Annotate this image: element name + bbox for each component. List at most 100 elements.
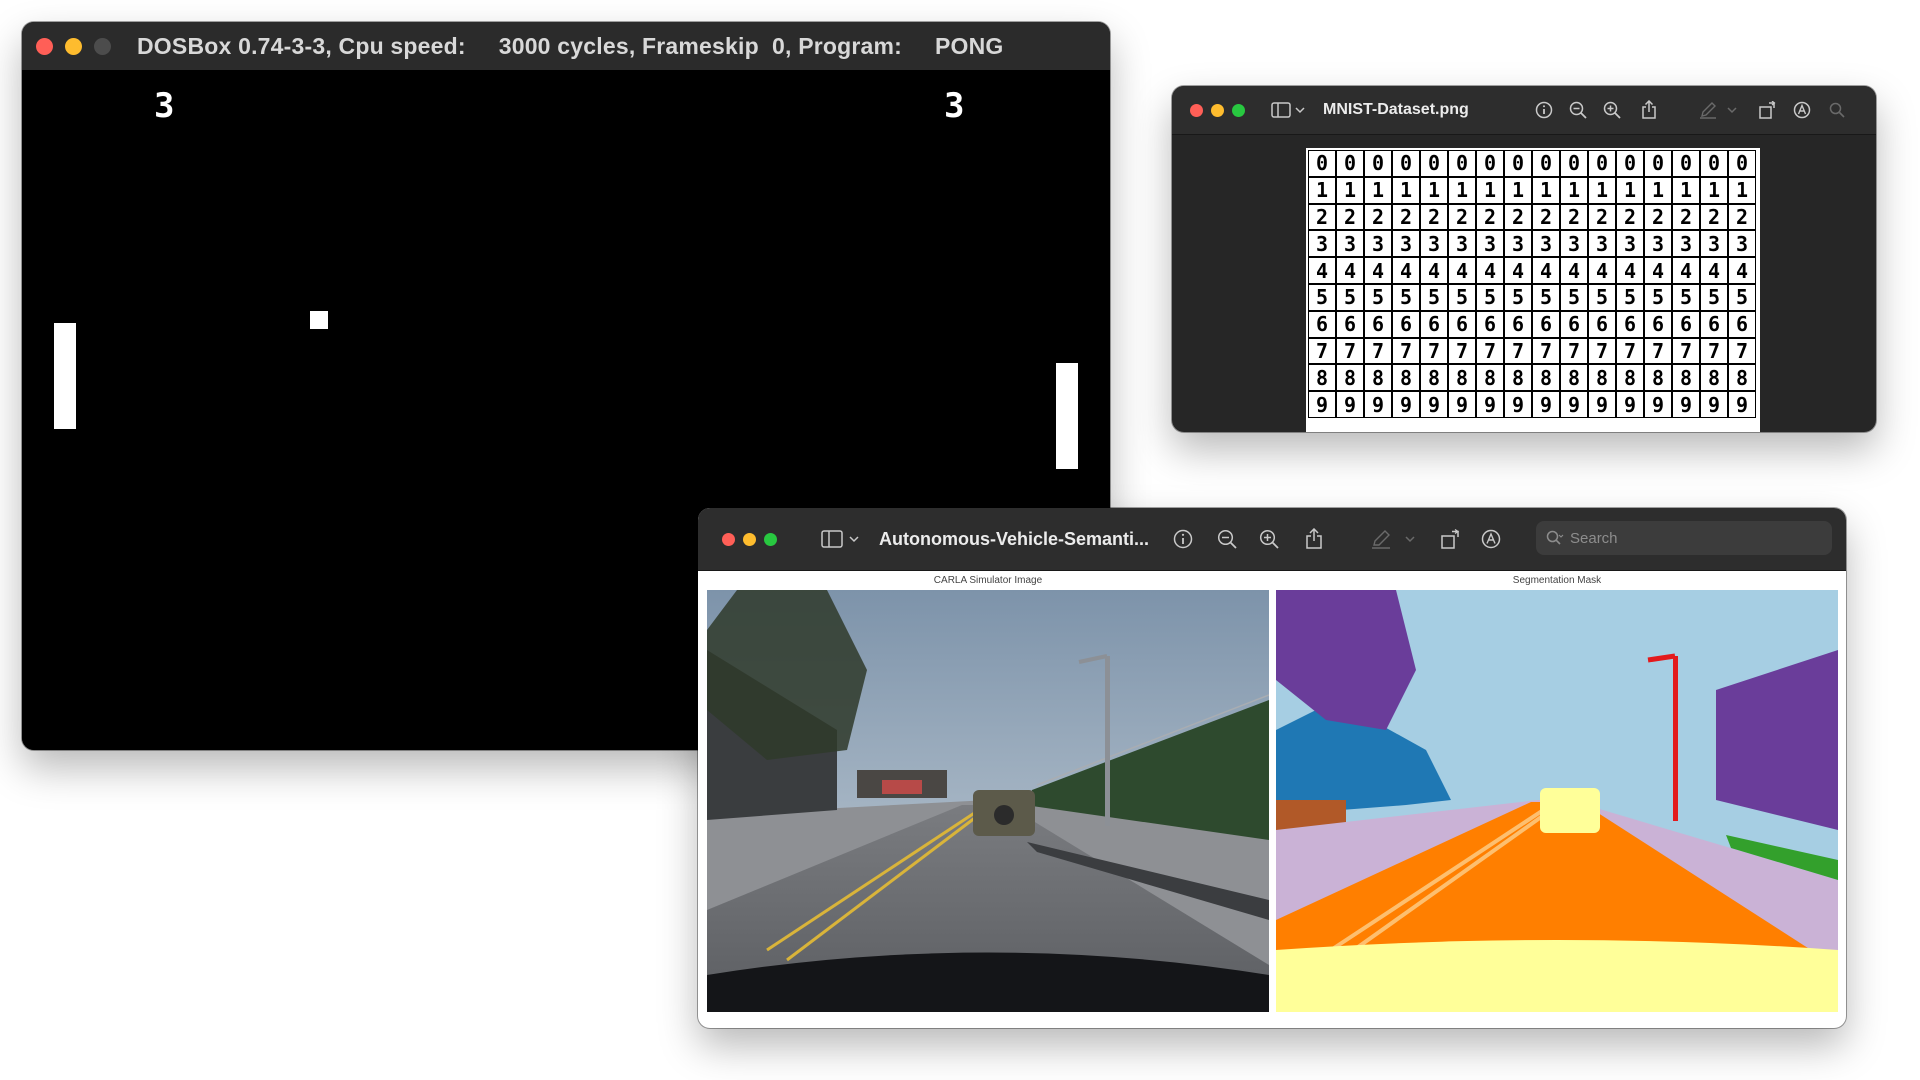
- mnist-digit-cell: 1: [1616, 176, 1644, 204]
- mnist-digit-cell: 4: [1504, 257, 1532, 284]
- search-icon[interactable]: [1829, 102, 1845, 118]
- mnist-digit-cell: 0: [1588, 150, 1616, 177]
- search-field[interactable]: Search: [1536, 521, 1832, 555]
- mnist-digit-cell: 9: [1532, 391, 1560, 418]
- mnist-digit-cell: 2: [1588, 203, 1616, 231]
- mnist-digit-cell: 8: [1364, 364, 1392, 392]
- mnist-digit-cell: 2: [1420, 203, 1448, 231]
- mnist-digit-cell: 9: [1336, 391, 1364, 418]
- mnist-digit-cell: 4: [1616, 257, 1644, 284]
- mnist-digit-cell: 3: [1448, 230, 1476, 258]
- mnist-digit-cell: 6: [1700, 310, 1728, 338]
- info-icon[interactable]: [1173, 529, 1193, 549]
- mnist-digit-cell: 8: [1448, 364, 1476, 392]
- segmentation-toolbar[interactable]: Autonomous-Vehicle-Semanti... Search: [698, 508, 1846, 571]
- annotate-icon[interactable]: [1481, 529, 1501, 549]
- right-panel-title: Segmentation Mask: [1512, 575, 1602, 586]
- mnist-digit-cell: 9: [1364, 391, 1392, 418]
- minimize-button[interactable]: [1211, 103, 1224, 117]
- mnist-digit-cell: 2: [1644, 203, 1672, 231]
- mnist-digit-cell: 2: [1336, 203, 1364, 231]
- mnist-digit-cell: 1: [1364, 176, 1392, 204]
- zoom-in-icon[interactable]: [1603, 101, 1621, 119]
- window-title: DOSBox 0.74-3-3, Cpu speed: 3000 cycles,…: [137, 32, 1004, 59]
- chevron-down-icon[interactable]: [1405, 535, 1415, 543]
- mnist-digit-cell: 9: [1700, 391, 1728, 418]
- info-icon[interactable]: [1535, 101, 1553, 119]
- minimize-button[interactable]: [743, 532, 756, 546]
- mnist-digit-cell: 9: [1476, 391, 1504, 418]
- mnist-digit-cell: 5: [1560, 283, 1588, 311]
- mnist-digit-cell: 0: [1448, 150, 1476, 177]
- chevron-down-icon[interactable]: [1295, 106, 1305, 114]
- chevron-down-icon[interactable]: [849, 535, 859, 543]
- mnist-digit-cell: 1: [1644, 176, 1672, 204]
- mnist-digit-cell: 5: [1728, 283, 1756, 311]
- mnist-digit-cell: 1: [1532, 176, 1560, 204]
- mnist-digit-cell: 1: [1560, 176, 1588, 204]
- sidebar-toggle-icon[interactable]: [1271, 102, 1291, 118]
- zoom-in-icon[interactable]: [1259, 529, 1279, 549]
- mnist-digit-cell: 9: [1560, 391, 1588, 418]
- mnist-digit-cell: 3: [1308, 230, 1336, 258]
- mnist-digit-cell: 9: [1308, 391, 1336, 418]
- minimize-button[interactable]: [65, 37, 82, 55]
- mnist-digit-cell: 3: [1420, 230, 1448, 258]
- mnist-digit-cell: 1: [1672, 176, 1700, 204]
- mnist-digit-cell: 0: [1532, 150, 1560, 177]
- mnist-digit-cell: 2: [1560, 203, 1588, 231]
- mnist-digit-cell: 1: [1476, 176, 1504, 204]
- markup-pen-icon[interactable]: [1371, 529, 1391, 549]
- mnist-digit-cell: 2: [1504, 203, 1532, 231]
- mnist-preview-window[interactable]: MNIST-Dataset.png 0000000000000000111111…: [1172, 86, 1876, 432]
- zoom-button[interactable]: [764, 532, 777, 546]
- mnist-digit-cell: 6: [1504, 310, 1532, 338]
- rotate-icon[interactable]: [1441, 529, 1461, 549]
- mnist-digit-cell: 0: [1476, 150, 1504, 177]
- mnist-digit-cell: 5: [1336, 283, 1364, 311]
- mnist-digit-cell: 1: [1588, 176, 1616, 204]
- sidebar-toggle-icon[interactable]: [821, 530, 843, 548]
- close-button[interactable]: [1190, 103, 1203, 117]
- mnist-digit-cell: 0: [1364, 150, 1392, 177]
- mnist-digit-cell: 9: [1728, 391, 1756, 418]
- mnist-digit-cell: 5: [1448, 283, 1476, 311]
- zoom-out-icon[interactable]: [1569, 101, 1587, 119]
- mnist-digit-cell: 4: [1392, 257, 1420, 284]
- mnist-digit-cell: 6: [1420, 310, 1448, 338]
- mnist-digit-cell: 9: [1588, 391, 1616, 418]
- rotate-icon[interactable]: [1759, 101, 1777, 119]
- mnist-digit-cell: 6: [1672, 310, 1700, 338]
- mnist-digit-cell: 8: [1336, 364, 1364, 392]
- mnist-digit-cell: 4: [1728, 257, 1756, 284]
- markup-pen-icon[interactable]: [1699, 101, 1717, 119]
- share-icon[interactable]: [1305, 528, 1323, 550]
- window-controls: [36, 37, 111, 55]
- annotate-icon[interactable]: [1793, 101, 1811, 119]
- mnist-digit-cell: 4: [1336, 257, 1364, 284]
- mnist-digit-cell: 0: [1644, 150, 1672, 177]
- close-button[interactable]: [722, 532, 735, 546]
- mnist-digit-cell: 8: [1672, 364, 1700, 392]
- mnist-digit-cell: 1: [1336, 176, 1364, 204]
- zoom-button[interactable]: [1232, 103, 1245, 117]
- dosbox-titlebar[interactable]: DOSBox 0.74-3-3, Cpu speed: 3000 cycles,…: [22, 22, 1110, 71]
- mnist-digit-cell: 1: [1308, 176, 1336, 204]
- left-score: 3: [154, 86, 175, 126]
- mnist-toolbar[interactable]: MNIST-Dataset.png: [1172, 86, 1876, 135]
- zoom-out-icon[interactable]: [1217, 529, 1237, 549]
- mnist-digit-cell: 4: [1644, 257, 1672, 284]
- mnist-digit-cell: 4: [1476, 257, 1504, 284]
- mnist-digit-cell: 9: [1616, 391, 1644, 418]
- mnist-digit-cell: 8: [1308, 364, 1336, 392]
- mnist-digit-cell: 0: [1504, 150, 1532, 177]
- share-icon[interactable]: [1641, 100, 1657, 120]
- mnist-digit-cell: 8: [1700, 364, 1728, 392]
- mnist-digit-cell: 3: [1560, 230, 1588, 258]
- mnist-digit-cell: 0: [1420, 150, 1448, 177]
- ball: [310, 311, 328, 329]
- close-button[interactable]: [36, 37, 53, 55]
- mnist-digit-cell: 3: [1728, 230, 1756, 258]
- chevron-down-icon[interactable]: [1727, 106, 1737, 114]
- segmentation-preview-window[interactable]: Autonomous-Vehicle-Semanti... Search CAR…: [698, 508, 1846, 1028]
